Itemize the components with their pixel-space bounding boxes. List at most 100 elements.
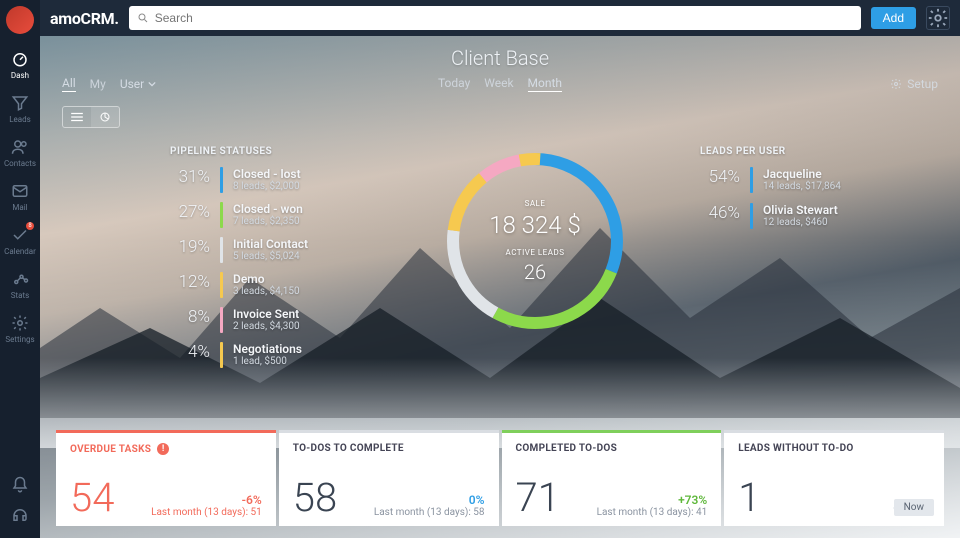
user-row[interactable]: 54%Jacqueline14 leads, $17,864 <box>700 167 870 193</box>
status-color-bar <box>220 307 223 333</box>
status-name: Closed - lost <box>233 167 301 181</box>
card-title: TO-DOS TO COMPLETE <box>293 443 485 454</box>
status-pct: 19% <box>170 237 210 257</box>
card-sub: Last month (13 days): 41 <box>597 507 708 518</box>
users-icon <box>11 138 29 156</box>
card-completed-todos[interactable]: COMPLETED TO-DOS 71 +73%Last month (13 d… <box>502 430 722 526</box>
leads-per-user: LEADS PER USER 54%Jacqueline14 leads, $1… <box>700 146 870 377</box>
range-week[interactable]: Week <box>484 76 513 92</box>
filter-user-label: User <box>120 77 144 91</box>
setup-label: Setup <box>907 77 938 91</box>
nav-label: Settings <box>5 335 34 344</box>
gauge-icon <box>11 50 29 68</box>
nav-label: Mail <box>12 203 27 212</box>
status-color-bar <box>220 342 223 368</box>
range-today[interactable]: Today <box>438 76 470 92</box>
card-todos-complete[interactable]: TO-DOS TO COMPLETE 58 0%Last month (13 d… <box>279 430 499 526</box>
status-pct: 27% <box>170 202 210 222</box>
funnel-icon <box>11 94 29 112</box>
status-sub: 5 leads, $5,024 <box>233 251 308 262</box>
card-overdue-tasks[interactable]: OVERDUE TASKS! 54 -6%Last month (13 days… <box>56 430 276 526</box>
status-pct: 8% <box>170 307 210 327</box>
status-sub: 2 leads, $4,300 <box>233 321 300 332</box>
card-sub: Last month (13 days): 51 <box>151 507 262 518</box>
card-delta: -6% <box>151 493 262 507</box>
nav-calendar[interactable]: 8 Calendar <box>0 218 40 262</box>
search-input[interactable] <box>155 11 853 25</box>
nav-leads[interactable]: Leads <box>0 86 40 130</box>
gear-icon <box>11 314 29 332</box>
nav-label: Calendar <box>4 247 36 256</box>
status-sub: 1 lead, $500 <box>233 356 302 367</box>
status-row[interactable]: 12%Demo3 leads, $4,150 <box>170 272 370 298</box>
user-pct: 54% <box>700 167 740 187</box>
sidebar: Dash Leads Contacts Mail 8 Calendar Stat… <box>0 0 40 538</box>
leads-title: LEADS PER USER <box>700 146 870 157</box>
page-title: Client Base <box>62 36 938 70</box>
filter-my[interactable]: My <box>90 77 106 91</box>
card-leads-without-todo[interactable]: LEADS WITHOUT TO-DO 1 Now <box>724 430 944 526</box>
user-row[interactable]: 46% Olivia Stewart12 leads, $460 <box>700 203 870 229</box>
nav-settings[interactable]: Settings <box>0 306 40 350</box>
pipeline-title: PIPELINE STATUSES <box>170 146 370 157</box>
avatar[interactable] <box>6 6 34 34</box>
status-row[interactable]: 8%Invoice Sent2 leads, $4,300 <box>170 307 370 333</box>
range-month[interactable]: Month <box>528 76 562 92</box>
chevron-down-icon <box>148 80 156 88</box>
card-value: 54 <box>70 478 114 518</box>
card-title: OVERDUE TASKS <box>70 444 151 455</box>
active-leads-value: 26 <box>524 260 546 284</box>
now-button[interactable]: Now <box>894 499 934 516</box>
nav-dash[interactable]: Dash <box>0 42 40 86</box>
nav-notifications[interactable] <box>0 470 40 500</box>
setup-button[interactable]: Setup <box>890 77 938 91</box>
search-input-wrap[interactable] <box>129 6 861 30</box>
nav-label: Leads <box>9 115 31 124</box>
card-sub: Last month (13 days): 58 <box>374 507 485 518</box>
status-pct: 4% <box>170 342 210 362</box>
status-color-bar <box>220 202 223 228</box>
user-sub: 12 leads, $460 <box>763 217 838 228</box>
user-color-bar <box>750 203 753 229</box>
mail-icon <box>11 182 29 200</box>
status-color-bar <box>220 237 223 263</box>
user-name: Olivia Stewart <box>763 203 838 217</box>
status-sub: 8 leads, $2,000 <box>233 181 301 192</box>
status-color-bar <box>220 167 223 193</box>
settings-button[interactable] <box>926 6 950 30</box>
nav-contacts[interactable]: Contacts <box>0 130 40 174</box>
nav-label: Stats <box>11 291 29 300</box>
gear-icon <box>890 78 902 90</box>
status-name: Demo <box>233 272 300 286</box>
sale-label: SALE <box>525 199 546 208</box>
badge-icon: 8 <box>26 222 34 230</box>
user-name: Jacqueline <box>763 167 841 181</box>
card-value: 1 <box>738 478 760 518</box>
view-chart-button[interactable] <box>91 107 119 127</box>
bell-icon <box>11 476 29 494</box>
search-icon <box>137 12 149 24</box>
status-row[interactable]: 27%Closed - won7 leads, $2,350 <box>170 202 370 228</box>
gear-icon <box>927 7 949 29</box>
nav-stats[interactable]: Stats <box>0 262 40 306</box>
status-pct: 31% <box>170 167 210 187</box>
view-toggle <box>62 106 120 128</box>
nav-support[interactable] <box>0 500 40 530</box>
user-pct: 46% <box>700 203 740 223</box>
filter-user-dropdown[interactable]: User <box>120 77 156 91</box>
add-button[interactable]: Add <box>871 7 916 29</box>
status-sub: 3 leads, $4,150 <box>233 286 300 297</box>
nav-label: Dash <box>11 71 29 80</box>
status-row[interactable]: 19%Initial Contact5 leads, $5,024 <box>170 237 370 263</box>
status-row[interactable]: 4%Negotiations1 lead, $500 <box>170 342 370 368</box>
nav-mail[interactable]: Mail <box>0 174 40 218</box>
stats-icon <box>11 270 29 288</box>
status-color-bar <box>220 272 223 298</box>
status-row[interactable]: 31% Closed - lost8 leads, $2,000 <box>170 167 370 193</box>
headset-icon <box>11 506 29 524</box>
card-title: LEADS WITHOUT TO-DO <box>738 443 930 454</box>
view-list-button[interactable] <box>63 107 91 127</box>
filter-all[interactable]: All <box>62 76 76 92</box>
donut-chart: SALE 18 324 $ ACTIVE LEADS 26 <box>425 146 645 377</box>
active-leads-label: ACTIVE LEADS <box>506 248 565 257</box>
